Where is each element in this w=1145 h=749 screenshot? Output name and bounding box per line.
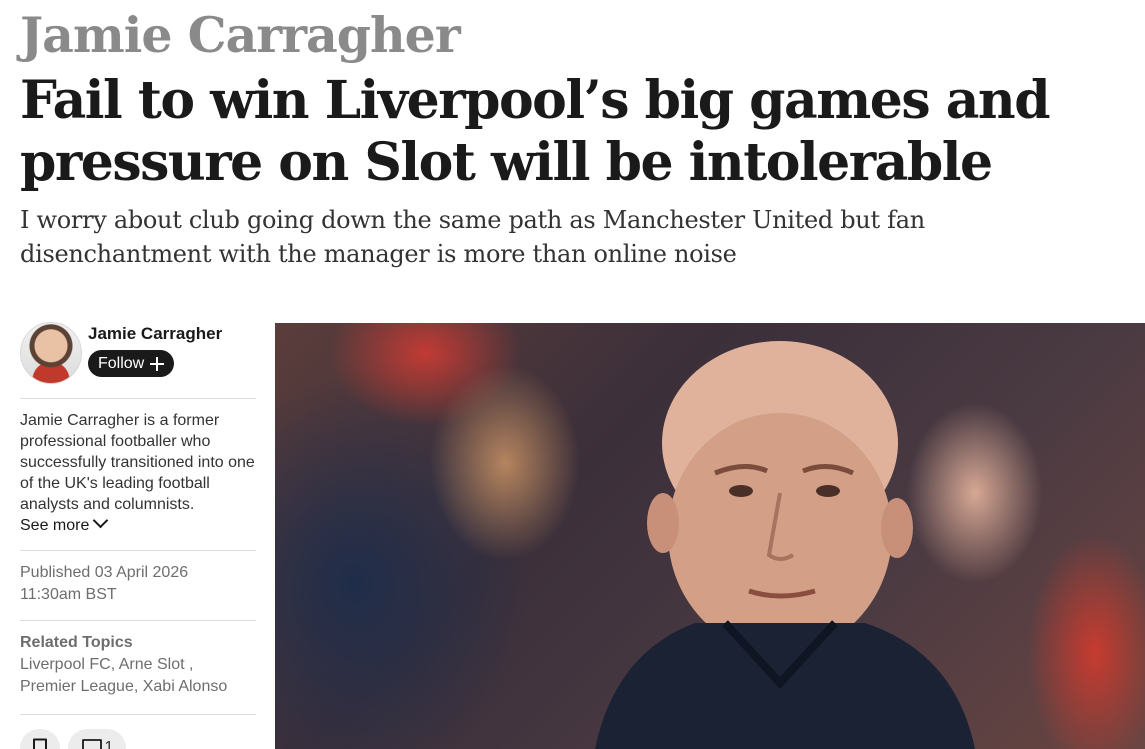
- author-bio-text: Jamie Carragher is a former professional…: [20, 412, 255, 513]
- related-topic-arne-slot[interactable]: Arne Slot: [119, 656, 185, 673]
- article-sidebar: Jamie Carragher Follow Jamie Carragher i…: [20, 322, 256, 749]
- published-date: Published 03 April 2026: [20, 564, 189, 581]
- author-avatar[interactable]: [20, 322, 82, 384]
- related-topic-premier-league[interactable]: Premier League: [20, 678, 134, 695]
- author-bio: Jamie Carragher is a former professional…: [20, 407, 256, 542]
- comment-count: 1: [104, 739, 114, 749]
- chevron-down-icon: [93, 512, 109, 529]
- article-kicker[interactable]: Jamie Carragher: [20, 4, 461, 66]
- comment-icon: [81, 739, 102, 749]
- see-more-label: See more: [20, 517, 90, 534]
- publish-info: Published 03 April 2026 11:30am BST: [20, 559, 256, 612]
- divider: [20, 550, 256, 551]
- published-time: 11:30am BST: [20, 586, 117, 603]
- bookmark-icon: [33, 738, 47, 749]
- related-topics-title: Related Topics: [20, 634, 133, 651]
- plus-icon: [150, 356, 165, 371]
- divider: [20, 714, 256, 715]
- related-topic-liverpool-fc[interactable]: Liverpool FC: [20, 656, 111, 673]
- author-name[interactable]: Jamie Carragher: [88, 324, 222, 344]
- bookmark-button[interactable]: [20, 729, 60, 749]
- related-topics-list: Liverpool FC, Arne Slot , Premier League…: [20, 656, 228, 695]
- author-card: Jamie Carragher Follow: [20, 322, 256, 390]
- see-more-button[interactable]: See more: [20, 512, 109, 534]
- article-headline: Fail to win Liverpool’s big games and pr…: [20, 70, 1051, 193]
- hero-image[interactable]: [275, 323, 1145, 749]
- hero-photo-illustration: [595, 341, 975, 749]
- divider: [20, 398, 256, 399]
- follow-button[interactable]: Follow: [88, 350, 175, 377]
- article-actions: 1: [20, 723, 256, 749]
- article-standfirst: I worry about club going down the same p…: [20, 206, 925, 268]
- follow-button-label: Follow: [98, 354, 145, 372]
- divider: [20, 620, 256, 621]
- related-topic-xabi-alonso[interactable]: Xabi Alonso: [143, 678, 228, 695]
- comments-button[interactable]: 1: [68, 729, 126, 749]
